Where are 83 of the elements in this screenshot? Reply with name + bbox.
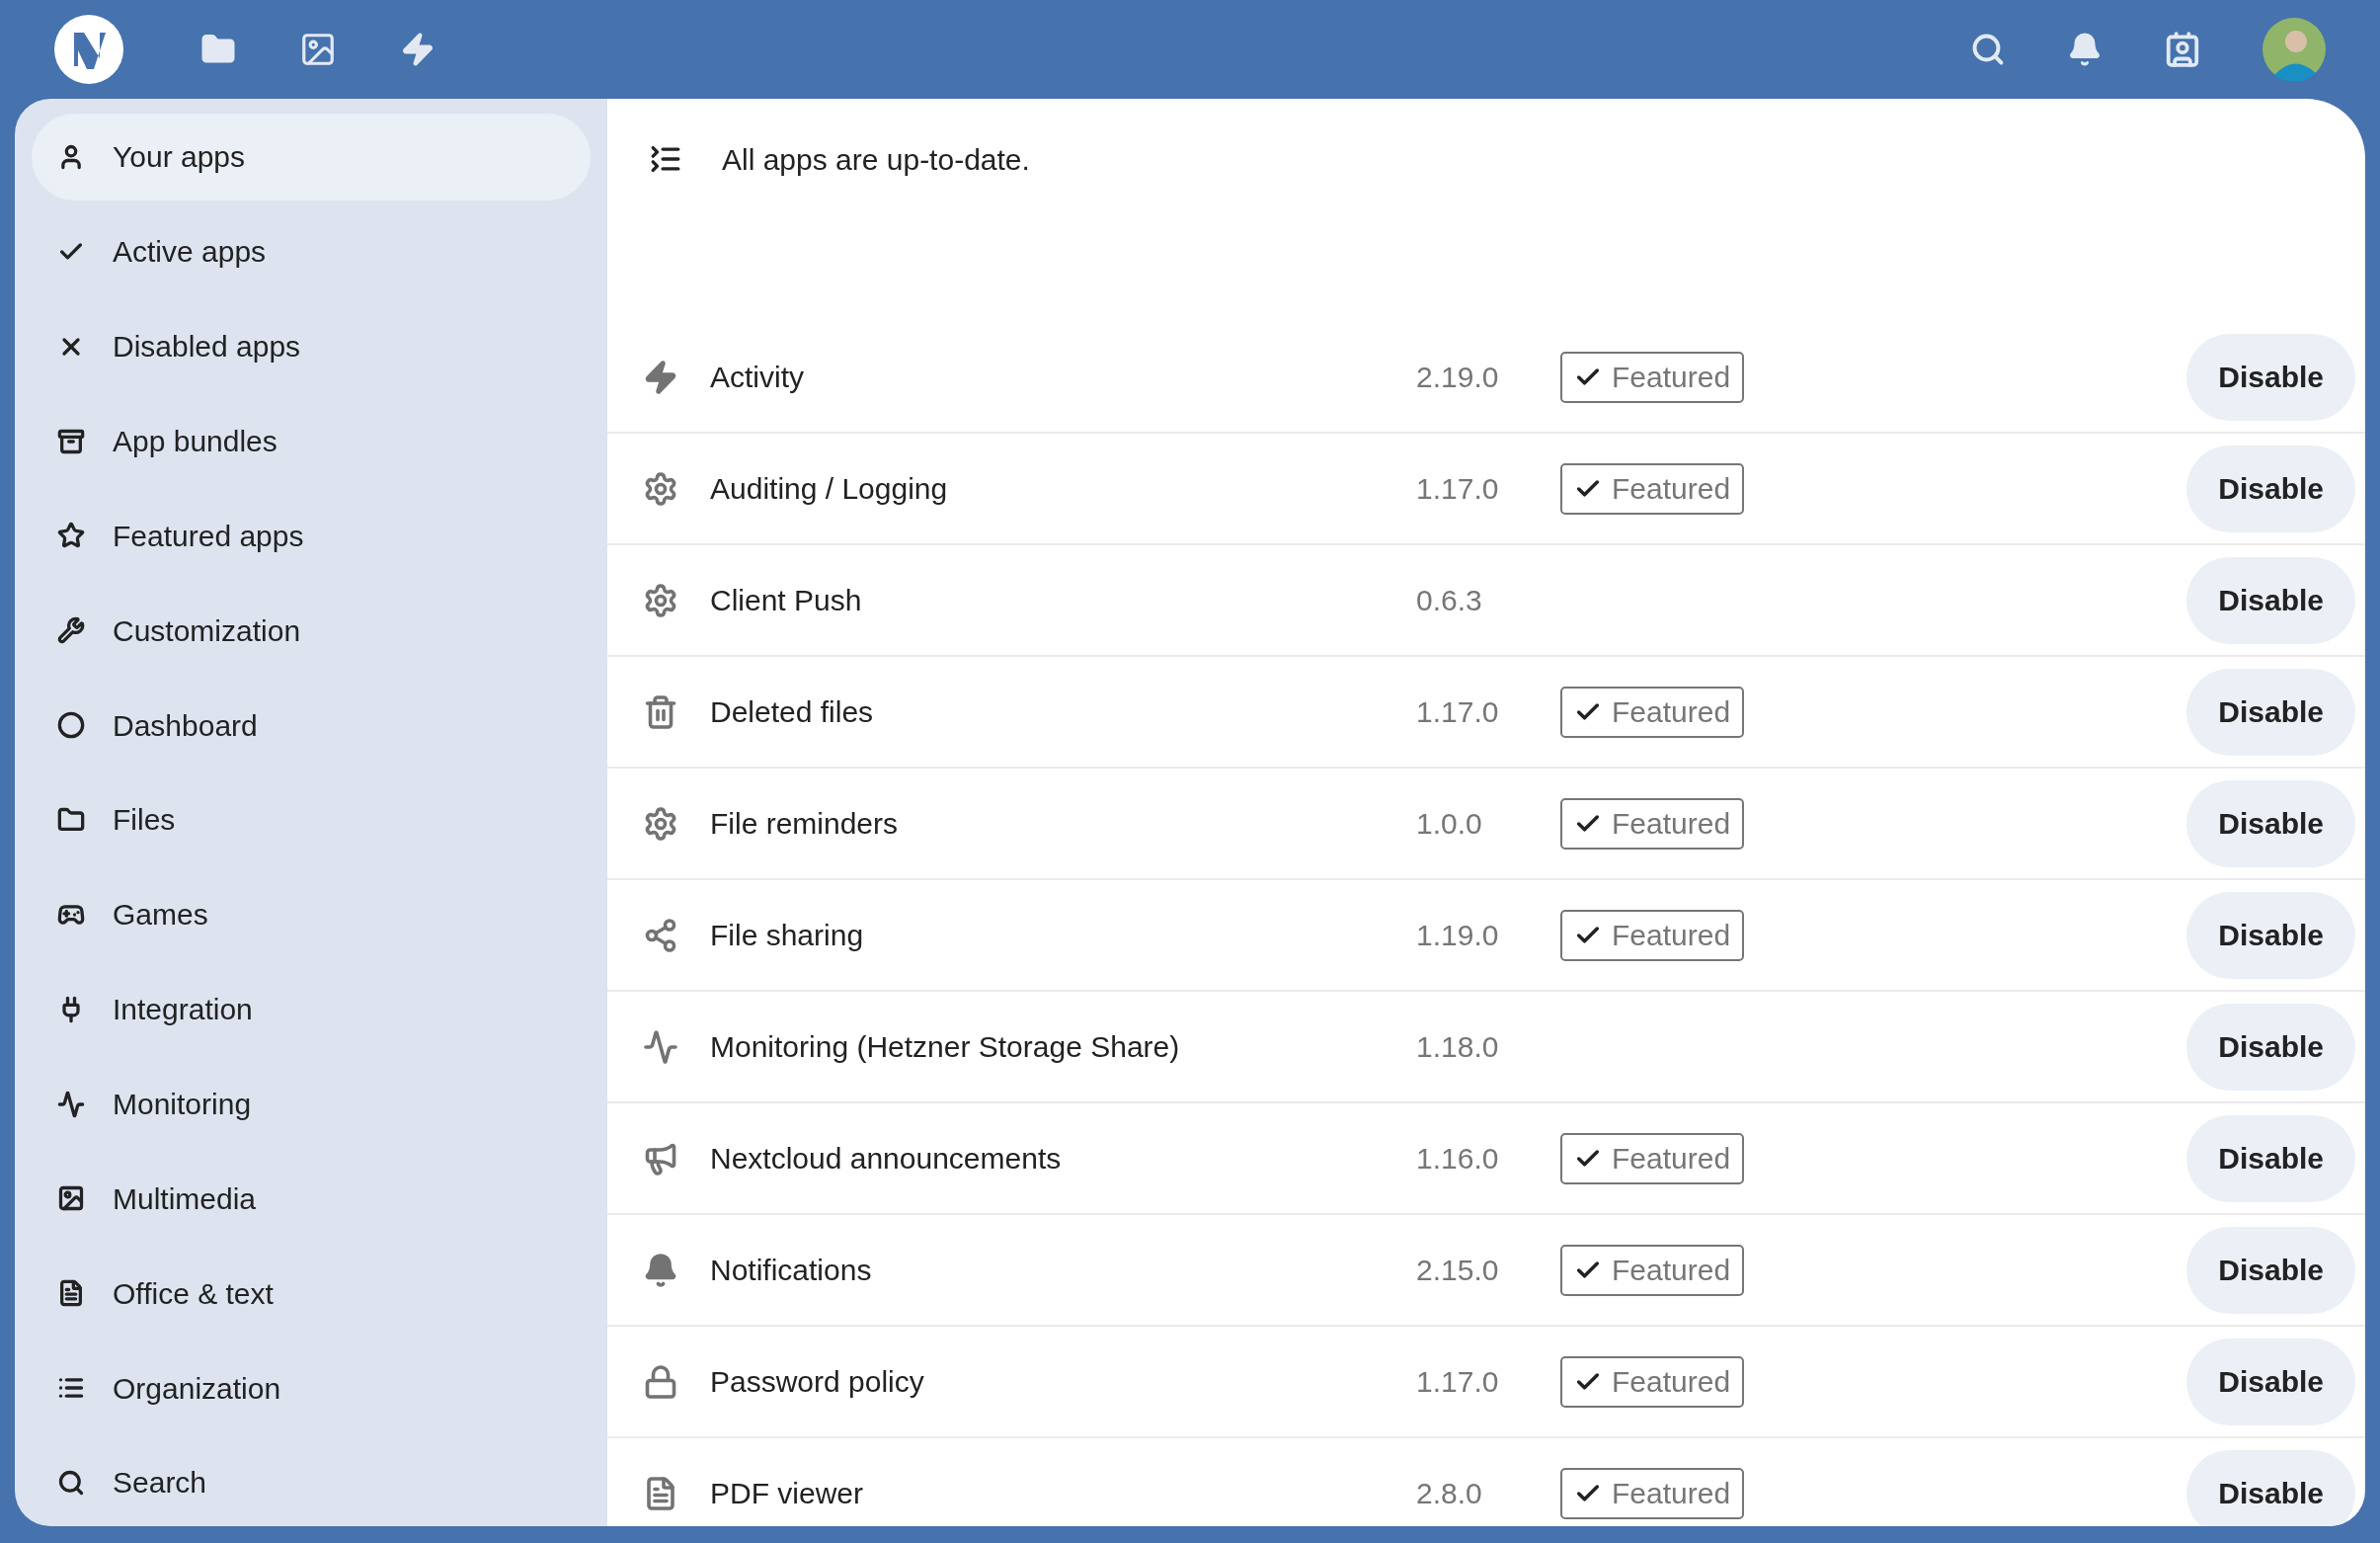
app-name: File sharing [710, 918, 865, 953]
sidebar-item[interactable]: Your apps [32, 114, 591, 201]
featured-badge: Featured [1560, 1355, 1745, 1408]
app-version: 1.17.0 [1416, 471, 1500, 507]
featured-badge: Featured [1560, 909, 1745, 961]
disable-button[interactable]: Disable [2186, 445, 2355, 532]
app-version: 2.8.0 [1416, 1476, 1483, 1511]
sidebar-item[interactable]: Dashboard [32, 682, 591, 769]
app-version: 1.17.0 [1416, 694, 1500, 730]
disable-button[interactable]: Disable [2186, 1114, 2355, 1202]
app-version: 1.18.0 [1416, 1029, 1500, 1065]
bolt-icon[interactable] [400, 32, 436, 67]
disable-button[interactable]: Disable [2186, 891, 2355, 979]
featured-badge: Featured [1560, 1132, 1745, 1184]
featured-badge: Featured [1560, 351, 1745, 403]
disable-button[interactable]: Disable [2186, 1338, 2355, 1425]
app-name: File reminders [710, 806, 900, 842]
sidebar-item[interactable]: Featured apps [32, 492, 591, 580]
search-icon[interactable] [1970, 32, 2006, 67]
star-icon [57, 522, 85, 550]
disable-button[interactable]: Disable [2186, 1449, 2355, 1526]
avatar-icon[interactable] [2262, 18, 2326, 81]
sidebar-item[interactable]: Organization [32, 1344, 591, 1432]
bolt-icon [643, 359, 678, 395]
image-icon [57, 1184, 85, 1213]
sidebar-item[interactable]: Files [32, 776, 591, 863]
gear-icon [643, 470, 678, 507]
gear-icon [643, 582, 678, 618]
logo-icon[interactable] [54, 15, 123, 84]
disable-button[interactable]: Disable [2186, 779, 2355, 867]
pulse-icon [643, 1028, 678, 1065]
featured-badge: Featured [1560, 686, 1745, 738]
sidebar-item[interactable]: Search [32, 1439, 591, 1526]
sidebar-item[interactable]: App bundles [32, 397, 591, 485]
app-version: 2.19.0 [1416, 360, 1500, 395]
sidebar-item[interactable]: Active apps [32, 207, 591, 295]
disable-button[interactable]: Disable [2186, 668, 2355, 756]
app-name: Activity [710, 360, 805, 395]
app-name: PDF viewer [710, 1476, 865, 1511]
pulse-icon [57, 1090, 85, 1118]
app-name: Client Push [710, 583, 863, 618]
sidebar-item[interactable]: Disabled apps [32, 302, 591, 390]
share-icon [643, 917, 678, 953]
document-icon [57, 1279, 85, 1308]
sidebar-item[interactable]: Integration [32, 965, 591, 1053]
app-name: Password policy [710, 1364, 925, 1400]
status-text: All apps are up-to-date. [722, 141, 1030, 178]
disable-button[interactable]: Disable [2186, 1226, 2355, 1314]
featured-badge: Featured [1560, 1467, 1745, 1519]
folder-icon [57, 805, 85, 834]
app-version: 1.16.0 [1416, 1141, 1500, 1177]
app-version: 2.15.0 [1416, 1253, 1500, 1288]
disable-button[interactable]: Disable [2186, 556, 2355, 644]
image-icon[interactable] [299, 31, 337, 68]
app-version: 1.0.0 [1416, 806, 1483, 842]
contacts-icon[interactable] [2164, 31, 2201, 68]
sidebar-item[interactable]: Monitoring [32, 1060, 591, 1148]
wrench-icon [57, 616, 85, 645]
app-version: 1.19.0 [1416, 918, 1500, 953]
app-name: Auditing / Logging [710, 471, 949, 507]
sidebar-item[interactable]: Multimedia [32, 1155, 591, 1243]
gear-icon [643, 805, 678, 842]
archive-icon [57, 427, 85, 455]
disable-button[interactable]: Disable [2186, 333, 2355, 421]
sidebar-item[interactable]: Games [32, 870, 591, 958]
app-name: Nextcloud announcements [710, 1141, 1063, 1177]
lock-icon [643, 1363, 678, 1400]
bell-icon [643, 1252, 678, 1288]
trash-icon [643, 693, 678, 730]
search-icon [57, 1468, 85, 1497]
featured-badge: Featured [1560, 462, 1745, 515]
bell-icon[interactable] [2067, 32, 2102, 67]
featured-badge: Featured [1560, 797, 1745, 850]
app-name: Notifications [710, 1253, 873, 1288]
app-version: 1.17.0 [1416, 1364, 1500, 1400]
circle-icon [57, 711, 85, 740]
disable-button[interactable]: Disable [2186, 1003, 2355, 1091]
app-version: 0.6.3 [1416, 583, 1483, 618]
sidebar-item[interactable]: Office & text [32, 1250, 591, 1338]
featured-badge: Featured [1560, 1244, 1745, 1296]
sidebar-item[interactable]: Customization [32, 587, 591, 675]
app-name: Monitoring (Hetzner Storage Share) [710, 1029, 1181, 1065]
app-name: Deleted files [710, 694, 875, 730]
